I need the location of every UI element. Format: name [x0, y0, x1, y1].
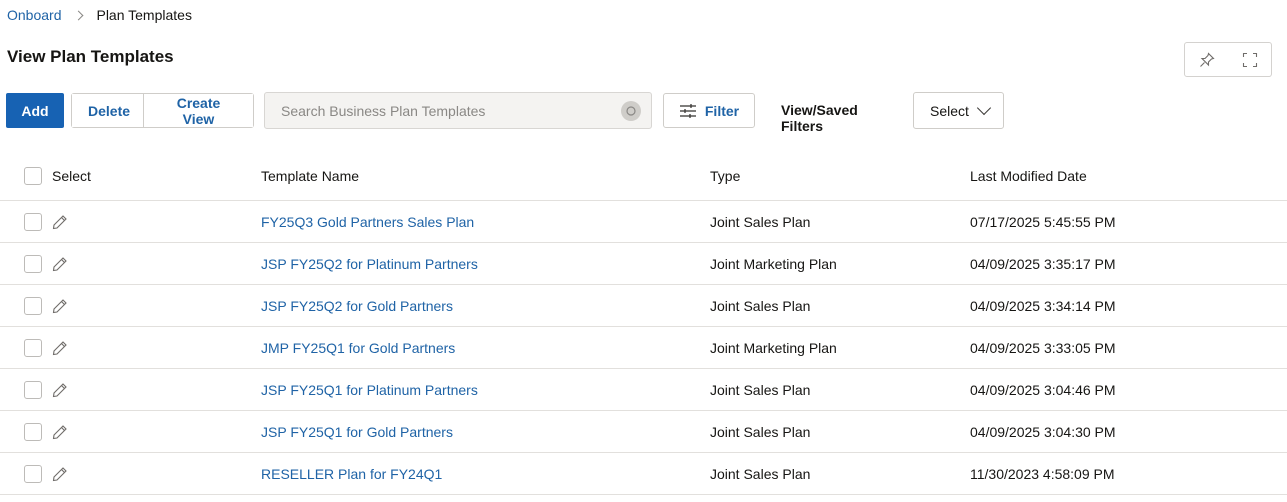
saved-filters-select[interactable]: Select — [913, 92, 1004, 129]
breadcrumb-current: Plan Templates — [96, 7, 192, 23]
chevron-down-icon — [976, 100, 991, 116]
row-checkbox[interactable] — [24, 296, 42, 315]
saved-filters-select-value: Select — [930, 102, 969, 119]
row-select-cell — [24, 380, 68, 399]
delete-button[interactable]: Delete — [72, 94, 143, 127]
breadcrumb-onboard-link[interactable]: Onboard — [7, 7, 61, 23]
template-type: Joint Marketing Plan — [710, 339, 837, 356]
table-header: Select Template Name Type Last Modified … — [0, 152, 1287, 201]
template-type: Joint Sales Plan — [710, 465, 811, 482]
template-type: Joint Sales Plan — [710, 297, 811, 314]
action-button-group: Delete Create View — [71, 93, 254, 128]
create-view-button[interactable]: Create View — [143, 94, 253, 127]
table-row: FY25Q3 Gold Partners Sales Plan Joint Sal… — [0, 201, 1287, 243]
template-type: Joint Sales Plan — [710, 423, 811, 440]
filter-label: Filter — [704, 102, 740, 119]
row-select-cell — [24, 338, 68, 357]
row-checkbox[interactable] — [24, 422, 42, 441]
template-name-link[interactable]: JSP FY25Q1 for Platinum Partners — [261, 382, 478, 398]
row-select-cell — [24, 296, 68, 315]
row-checkbox[interactable] — [24, 464, 42, 483]
fullscreen-icon — [1242, 52, 1257, 67]
template-type: Joint Sales Plan — [710, 213, 811, 230]
pencil-icon[interactable] — [52, 256, 68, 272]
header-select: Select — [52, 168, 91, 184]
header-template-name[interactable]: Template Name — [261, 168, 359, 184]
search-input[interactable] — [265, 93, 651, 128]
template-name-link[interactable]: JMP FY25Q1 for Gold Partners — [261, 340, 455, 356]
row-checkbox[interactable] — [24, 254, 42, 273]
row-select-cell — [24, 422, 68, 441]
header-select-cell: Select — [24, 167, 91, 185]
template-type: Joint Marketing Plan — [710, 255, 837, 272]
table-row: JSP FY25Q2 for Gold Partners Joint Sales … — [0, 285, 1287, 327]
pencil-icon[interactable] — [52, 382, 68, 398]
template-name-link[interactable]: FY25Q3 Gold Partners Sales Plan — [261, 214, 474, 230]
template-name-link[interactable]: JSP FY25Q2 for Gold Partners — [261, 298, 453, 314]
pencil-icon[interactable] — [52, 424, 68, 440]
row-checkbox[interactable] — [24, 380, 42, 399]
template-name-link[interactable]: RESELLER Plan for FY24Q1 — [261, 466, 442, 482]
pencil-icon[interactable] — [52, 466, 68, 482]
row-select-cell — [24, 212, 68, 231]
table-row: JSP FY25Q2 for Platinum Partners Joint Ma… — [0, 243, 1287, 285]
plan-templates-table: Select Template Name Type Last Modified … — [0, 152, 1287, 495]
top-actions — [1184, 42, 1272, 77]
search-box — [264, 92, 652, 129]
saved-filters-label: View/Saved Filters — [781, 102, 858, 134]
last-modified-date: 04/09/2025 3:35:17 PM — [970, 255, 1116, 272]
last-modified-date: 04/09/2025 3:04:46 PM — [970, 381, 1116, 398]
last-modified-date: 04/09/2025 3:34:14 PM — [970, 297, 1116, 314]
last-modified-date: 07/17/2025 5:45:55 PM — [970, 213, 1116, 230]
fullscreen-button[interactable] — [1228, 43, 1271, 76]
breadcrumb: Onboard Plan Templates — [7, 7, 192, 23]
last-modified-date: 04/09/2025 3:33:05 PM — [970, 339, 1116, 356]
pencil-icon[interactable] — [52, 340, 68, 356]
template-name-link[interactable]: JSP FY25Q2 for Platinum Partners — [261, 256, 478, 272]
add-button[interactable]: Add — [6, 93, 64, 128]
template-type: Joint Sales Plan — [710, 381, 811, 398]
table-row: JSP FY25Q1 for Gold Partners Joint Sales … — [0, 411, 1287, 453]
filter-icon — [679, 103, 696, 118]
chevron-right-icon — [74, 10, 84, 20]
pin-icon — [1199, 51, 1215, 67]
table-row: JSP FY25Q1 for Platinum Partners Joint Sa… — [0, 369, 1287, 411]
header-last-modified-date[interactable]: Last Modified Date — [970, 168, 1087, 184]
header-type[interactable]: Type — [710, 168, 740, 184]
search-icon[interactable] — [621, 101, 641, 121]
table-body: FY25Q3 Gold Partners Sales Plan Joint Sal… — [0, 201, 1287, 495]
last-modified-date: 04/09/2025 3:04:30 PM — [970, 423, 1116, 440]
table-row: RESELLER Plan for FY24Q1 Joint Sales Plan… — [0, 453, 1287, 495]
table-row: JMP FY25Q1 for Gold Partners Joint Market… — [0, 327, 1287, 369]
pin-button[interactable] — [1185, 43, 1228, 76]
pencil-icon[interactable] — [52, 298, 68, 314]
template-name-link[interactable]: JSP FY25Q1 for Gold Partners — [261, 424, 453, 440]
filter-button[interactable]: Filter — [663, 93, 755, 128]
last-modified-date: 11/30/2023 4:58:09 PM — [970, 465, 1115, 482]
select-all-checkbox[interactable] — [24, 167, 42, 185]
row-select-cell — [24, 464, 68, 483]
pencil-icon[interactable] — [52, 214, 68, 230]
row-select-cell — [24, 254, 68, 273]
page-title: View Plan Templates — [7, 47, 174, 66]
row-checkbox[interactable] — [24, 212, 42, 231]
row-checkbox[interactable] — [24, 338, 42, 357]
